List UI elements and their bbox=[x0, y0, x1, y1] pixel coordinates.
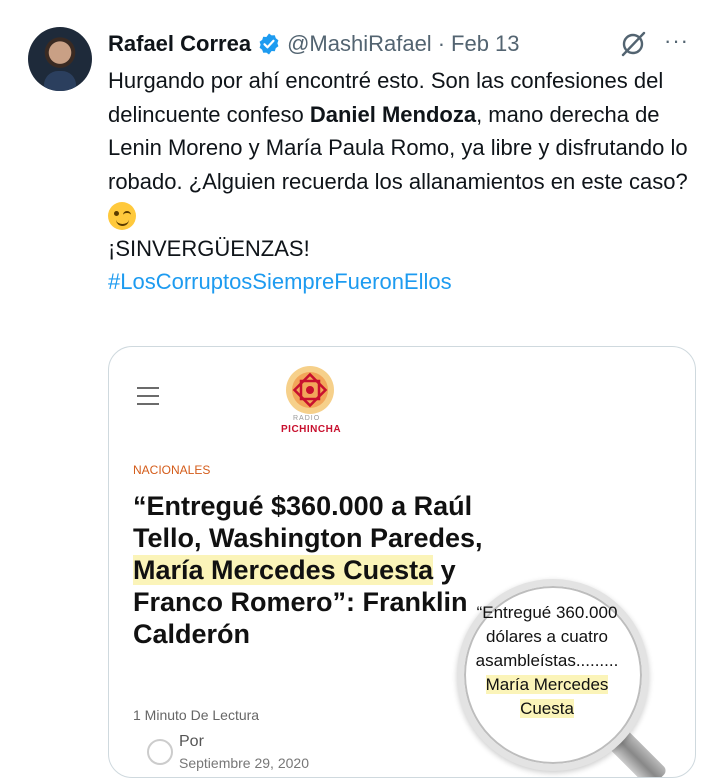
more-options-icon[interactable]: ··· bbox=[664, 28, 689, 54]
grok-icon[interactable] bbox=[618, 29, 648, 59]
winking-face-icon bbox=[108, 202, 136, 231]
article-author: Por bbox=[179, 733, 204, 750]
quote-text: “Entregué 360.000 dólares a cuatro asamb… bbox=[475, 603, 619, 670]
verified-badge-icon bbox=[259, 33, 279, 55]
quote-highlight: María Mercedes Cuesta bbox=[485, 675, 609, 718]
tweet-line-3: ¿Alguien recuerda los allanamientos en e… bbox=[188, 168, 688, 194]
section-label: NACIONALES bbox=[133, 463, 211, 477]
tweet-exclaim: ¡SINVERGÜENZAS! bbox=[108, 235, 310, 261]
tweet-text: Hurgando por ahí encontré esto. Son las … bbox=[108, 64, 698, 299]
bold-name: Daniel Mendoza bbox=[309, 101, 477, 127]
radio-pichincha-logo-icon bbox=[286, 366, 334, 414]
author-handle[interactable]: @MashiRafael bbox=[287, 31, 432, 57]
logo-name: PICHINCHA bbox=[281, 424, 342, 435]
hashtag-link[interactable]: #LosCorruptosSiempreFueronEllos bbox=[108, 265, 698, 299]
author-name[interactable]: Rafael Correa bbox=[108, 31, 251, 57]
article-headline: “Entregué $360.000 a Raúl Tello, Washing… bbox=[133, 490, 488, 650]
headline-highlight: María Mercedes Cuesta bbox=[133, 555, 434, 585]
author-placeholder-icon bbox=[147, 739, 173, 765]
article-image-card[interactable]: RADIO PICHINCHA NACIONALES “Entregué $36… bbox=[108, 346, 696, 778]
logo-radio-label: RADIO bbox=[293, 415, 321, 422]
author-avatar[interactable] bbox=[28, 27, 92, 91]
read-time: 1 Minuto De Lectura bbox=[133, 707, 260, 723]
hamburger-menu-icon bbox=[137, 387, 159, 411]
tweet-date[interactable]: Feb 13 bbox=[451, 31, 520, 57]
header-separator: · bbox=[437, 31, 446, 56]
magnified-quote: “Entregué 360.000 dólares a cuatro asamb… bbox=[469, 601, 625, 721]
headline-part-a: “Entregué $360.000 a Raúl Tello, Washing… bbox=[133, 491, 483, 553]
article-date: Septiembre 29, 2020 bbox=[179, 755, 309, 771]
tweet-header: Rafael Correa @MashiRafael · Feb 13 bbox=[108, 28, 520, 60]
